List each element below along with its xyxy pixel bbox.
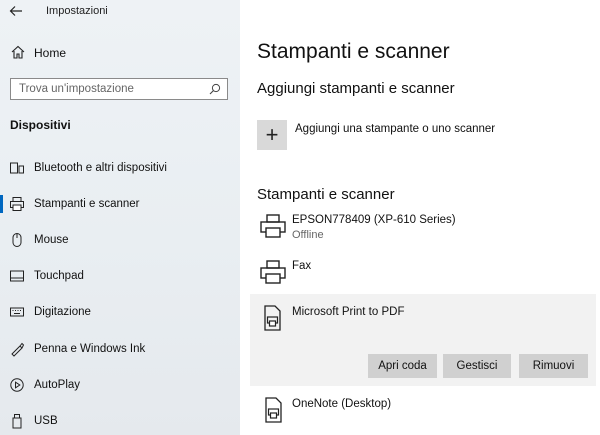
manage-button[interactable]: Gestisci [443, 354, 511, 378]
add-printer-label: Aggiungi una stampante o uno scanner [295, 123, 496, 135]
printer-name: EPSON778409 (XP-610 Series) [292, 214, 456, 226]
keyboard-icon [10, 307, 24, 317]
printer-name: Fax [292, 260, 312, 272]
back-arrow-icon [9, 6, 22, 16]
remove-button[interactable]: Rimuovi [519, 354, 588, 378]
sidebar-item-label: AutoPlay [34, 379, 81, 391]
sidebar-item-printers[interactable]: Stampanti e scanner [0, 191, 240, 217]
home-icon [11, 45, 25, 59]
printer-name: Microsoft Print to PDF [292, 306, 405, 318]
sidebar-item-label: Bluetooth e altri dispositivi [34, 162, 167, 174]
sidebar-item-label: Digitazione [34, 306, 91, 318]
printer-icon [260, 214, 286, 238]
search-placeholder: Trova un'impostazione [19, 83, 134, 95]
home-nav-item[interactable]: Home [0, 42, 240, 64]
printer-item-epson[interactable]: EPSON778409 (XP-610 Series) Offline [257, 212, 597, 242]
printer-icon [10, 197, 24, 211]
sidebar-item-mouse[interactable]: Mouse [0, 227, 240, 253]
add-section-heading: Aggiungi stampanti e scanner [257, 80, 455, 97]
sidebar-item-pen[interactable]: Penna e Windows Ink [0, 336, 240, 362]
touchpad-icon [10, 270, 24, 282]
printer-item-onenote[interactable]: OneNote (Desktop) [257, 396, 597, 426]
window-title: Impostazioni [46, 5, 108, 17]
title-bar: Impostazioni [0, 0, 240, 24]
list-section-heading: Stampanti e scanner [257, 186, 395, 203]
plus-icon: + [265, 122, 279, 147]
add-tile: + [257, 120, 287, 150]
sidebar-item-label: Touchpad [34, 270, 84, 282]
pdf-printer-icon [264, 305, 281, 331]
pdf-printer-icon [265, 397, 282, 423]
sidebar-item-autoplay[interactable]: AutoPlay [0, 372, 240, 398]
sidebar-item-label: Mouse [34, 234, 69, 246]
printer-status: Offline [292, 229, 324, 241]
printer-icon [260, 260, 286, 284]
autoplay-icon [10, 378, 24, 392]
sidebar: Impostazioni Home Trova un'impostazione … [0, 0, 240, 435]
search-icon[interactable] [209, 83, 221, 95]
printer-item-pdf[interactable]: Microsoft Print to PDF Apri coda Gestisc… [250, 294, 596, 386]
printer-item-fax[interactable]: Fax [257, 258, 597, 288]
sidebar-item-label: Stampanti e scanner [34, 198, 140, 210]
section-label: Dispositivi [10, 118, 71, 132]
search-input[interactable]: Trova un'impostazione [10, 78, 228, 100]
pen-icon [11, 342, 25, 357]
open-queue-button[interactable]: Apri coda [368, 354, 437, 378]
sidebar-item-usb[interactable]: USB [0, 408, 240, 434]
back-button[interactable] [6, 2, 26, 20]
printer-name: OneNote (Desktop) [292, 398, 392, 410]
sidebar-item-touchpad[interactable]: Touchpad [0, 263, 240, 289]
sidebar-item-label: USB [34, 415, 58, 427]
add-printer-button[interactable]: + Aggiungi una stampante o uno scanner [257, 120, 587, 152]
usb-icon [12, 414, 22, 429]
bluetooth-device-icon [10, 162, 24, 174]
sidebar-item-typing[interactable]: Digitazione [0, 299, 240, 325]
home-label: Home [34, 46, 67, 60]
sidebar-item-bluetooth[interactable]: Bluetooth e altri dispositivi [0, 155, 240, 181]
page-title: Stampanti e scanner [257, 40, 450, 63]
mouse-icon [12, 233, 22, 247]
sidebar-item-label: Penna e Windows Ink [34, 343, 146, 355]
